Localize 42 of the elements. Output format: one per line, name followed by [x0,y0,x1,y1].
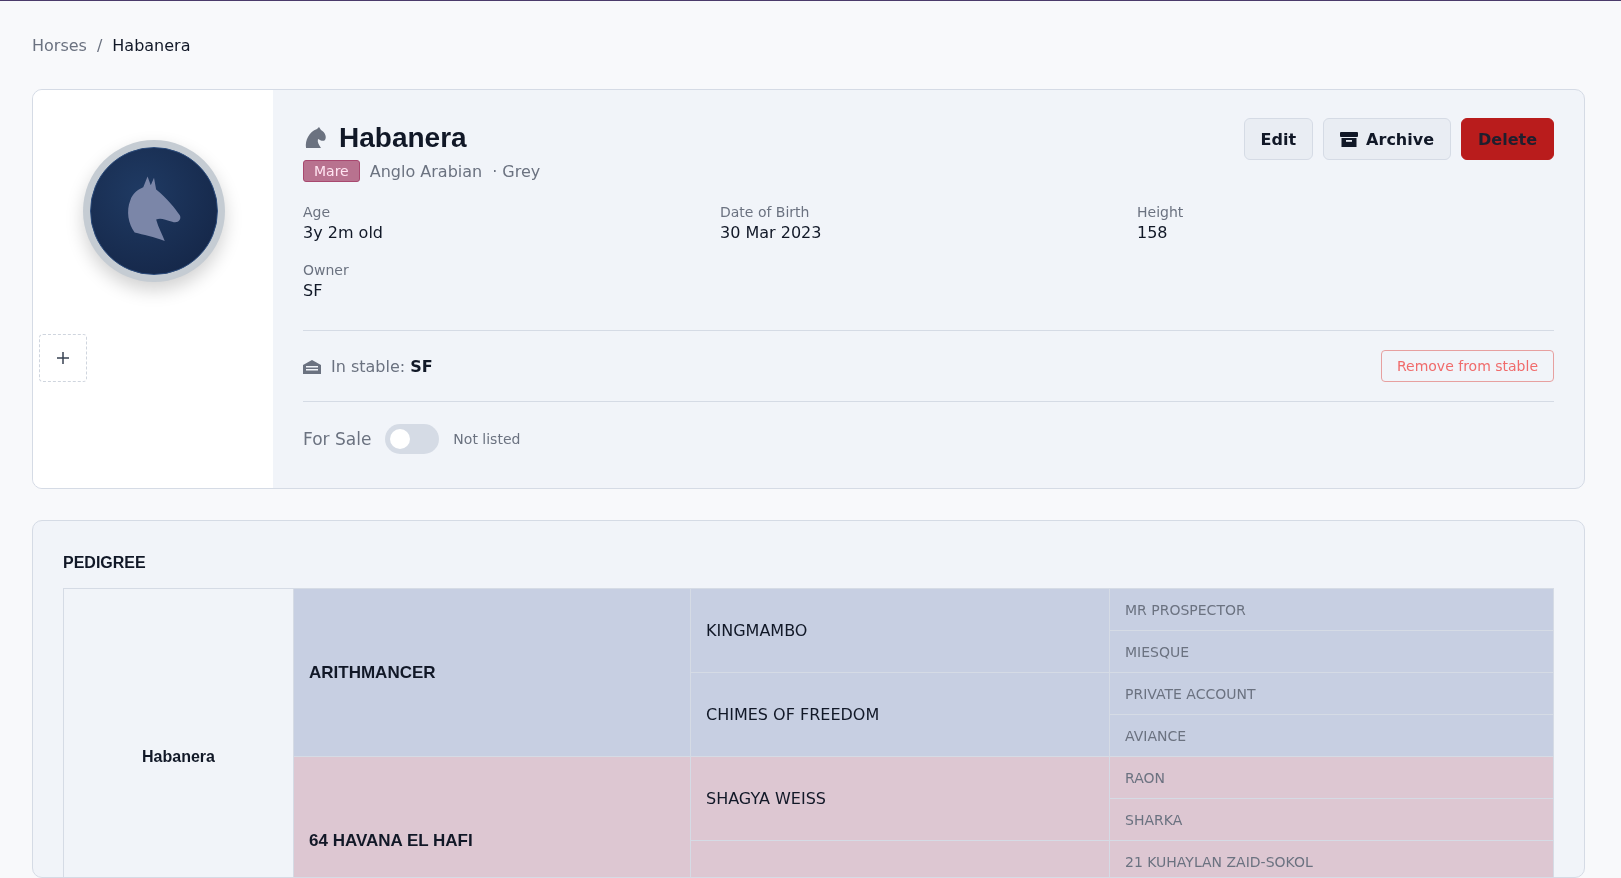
pedigree-cell[interactable]: KINGMAMBO [691,589,1109,672]
pedigree-cell[interactable]: PRIVATE ACCOUNT [1110,673,1553,714]
listing-status: Not listed [453,431,521,447]
pedigree-cell[interactable]: Habanera [64,589,293,877]
breadcrumb-link[interactable]: Horses [32,35,87,55]
breadcrumb-current: Habanera [112,35,191,55]
section-title: PEDIGREE [63,553,147,573]
pedigree-cell[interactable]: MR PROSPECTOR [1110,589,1553,630]
delete-button[interactable]: Delete [1461,118,1554,160]
pedigree-cell[interactable]: 21 KUHAYLAN ZAID-SOKOL [1110,841,1553,877]
pedigree-cell[interactable]: 64 HAVANA EL HAFI [294,757,690,877]
remove-from-stable-button[interactable]: Remove from stable [1380,350,1554,382]
edit-button[interactable]: Edit [1243,118,1314,160]
pedigree-cell[interactable]: MIESQUE [1110,631,1553,672]
field-label: Date of Birth [720,204,811,220]
stable-status: In stable: SF [331,356,433,376]
horse-name: Habanera [339,122,467,154]
coat-color-text: · Grey [492,161,541,181]
sex-badge: Mare [303,160,360,182]
pedigree-cell[interactable]: SHARKA [1110,799,1553,840]
field-value: 158 [1137,223,1169,242]
pedigree-cell[interactable]: CHIMES OF FREEDOM [691,673,1109,756]
plus-icon [56,351,70,365]
for-sale-label: For Sale [303,429,372,449]
field-value: 3y 2m old [303,223,384,242]
pedigree-cell[interactable]: RAON [1110,757,1553,798]
archive-button[interactable]: Archive [1323,118,1452,160]
field-label: Age [303,204,332,220]
field-value: SF [303,281,324,300]
for-sale-toggle[interactable] [385,424,440,454]
knight-icon [303,126,327,150]
archive-box-icon [1340,130,1359,148]
add-photo-button[interactable] [39,334,87,382]
field-label: Owner [303,262,350,278]
pedigree-cell[interactable]: ARITHMANCER [294,589,690,756]
warehouse-icon [303,358,321,374]
field-value: 30 Mar 2023 [720,223,823,242]
pedigree-cell[interactable]: AVIANCE [1110,715,1553,756]
breed-text: Anglo Arabian [369,161,483,181]
field-label: Height [1137,204,1185,220]
pedigree-cell[interactable]: SHAGYA WEISS [691,757,1109,840]
breadcrumb-separator: / [96,35,103,55]
